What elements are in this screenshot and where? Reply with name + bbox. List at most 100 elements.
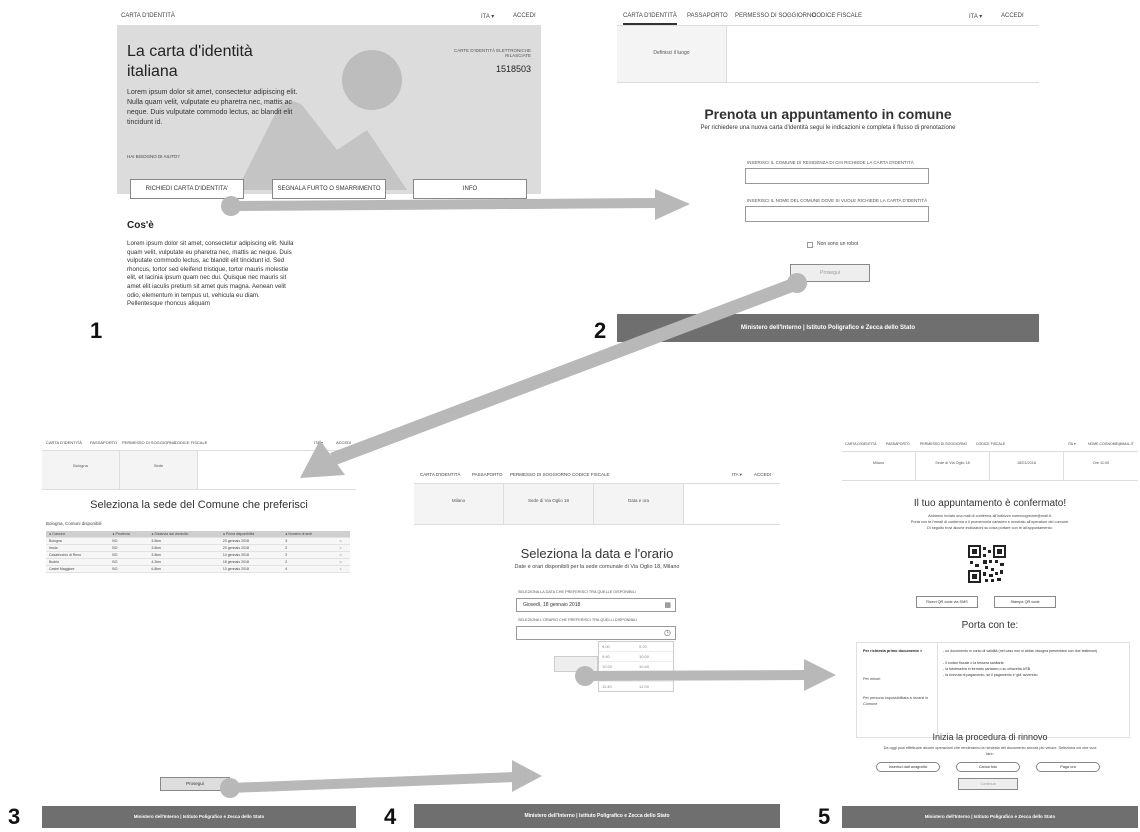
nav-passaporto[interactable]: PASSAPORTO [886, 442, 910, 446]
carica-foto-button[interactable]: Carica foto [956, 762, 1020, 772]
paga-button[interactable]: Paga ora [1036, 762, 1100, 772]
segnala-button[interactable]: SEGNALA FURTO O SMARRIMENTO [272, 179, 386, 199]
hero-title: La carta d'identità italiana [127, 43, 253, 80]
tab-luogo[interactable]: Definisci il luogo [617, 26, 727, 82]
cell-comune: Budrio [46, 558, 110, 566]
time-slot[interactable]: 12:00 [636, 682, 673, 691]
calendar-icon[interactable]: ▦ [664, 601, 671, 609]
row-radio[interactable]: ○ [336, 544, 350, 552]
prosegui-button[interactable]: Prosegui [790, 264, 870, 282]
print-qr-button[interactable]: Stampa QR code [994, 596, 1056, 608]
time-slot[interactable]: 11:40 [599, 682, 636, 691]
cell-provincia: BO [109, 565, 149, 573]
sms-qr-button[interactable]: Ricevi QR code via SMS [916, 596, 978, 608]
clock-icon[interactable]: ◷ [664, 628, 671, 637]
nav-codice[interactable]: CODICE FISCALE [174, 440, 207, 445]
help-link[interactable]: HAI BISOGNO DI AIUTO? [127, 154, 180, 159]
screen-3: CARTA D'IDENTITÀ PASSAPORTO PERMESSO DI … [42, 435, 356, 828]
menu-impossibilitata[interactable]: Per persona impossibilitata a recarsi in… [863, 695, 929, 707]
nav-codice[interactable]: CODICE FISCALE [812, 13, 862, 19]
residenza-input[interactable] [745, 168, 929, 184]
table-row[interactable]: Bologna BO 3.6km 23 gennaio 2018 3 ○ [46, 537, 350, 545]
language-selector[interactable]: ITA ▾ [969, 13, 982, 20]
table-row[interactable]: Imola BO 3.6km 23 gennaio 2018 2 ○ [46, 544, 350, 552]
language-selector[interactable]: ITA ▾ [481, 13, 494, 20]
nav-codice[interactable]: CODICE FISCALE [572, 472, 610, 477]
nav-accedi[interactable]: ACCEDI [1001, 13, 1024, 19]
nav-carta[interactable]: CARTA D'IDENTITÀ [845, 442, 876, 446]
date-input[interactable]: Giovedì, 18 gennaio 2018 ▦ [516, 598, 676, 612]
tab-sede[interactable]: Sede di Via Oglio 18 [504, 484, 594, 524]
tab-sede[interactable]: Sede [120, 451, 198, 489]
nav-carta[interactable]: CARTA D'IDENTITÀ [623, 13, 677, 25]
porta-divider [937, 643, 938, 737]
cell-disponibilita: 14 gennaio 2018 [219, 551, 283, 559]
table-row[interactable]: Budrio BO 4.2km 18 gennaio 2018 2 ○ [46, 558, 350, 566]
anagrafici-button[interactable]: Inserisci dati anagrafici [876, 762, 940, 772]
tab-data-ora[interactable]: Data e ora [594, 484, 684, 524]
time-label: SELEZIONA L'ORARIO CHE PREFERISCI TRA QU… [518, 618, 638, 622]
section-title: Cos'è [127, 220, 154, 231]
field-label-residenza: INSERISCI IL COMUNE DI RESIDENZA DI CHI … [747, 160, 914, 165]
tab-data[interactable]: 18/01/2018 [990, 452, 1064, 480]
prosegui-button[interactable] [554, 656, 598, 672]
row-radio[interactable]: ○ [336, 565, 350, 573]
nav-permesso[interactable]: PERMESSO DI SOGGIORNO [510, 472, 571, 477]
time-slot[interactable]: 11:20 [636, 672, 673, 681]
nav-accedi[interactable]: ACCEDI [336, 440, 351, 445]
captcha-label: Non sono un robot [817, 241, 859, 247]
tab-bologna[interactable]: Bologna [42, 451, 120, 489]
nav-carta[interactable]: CARTA D'IDENTITÀ [121, 13, 175, 19]
page-title: Prenota un appuntamento in comune [704, 106, 952, 122]
confirm-desc-2: Porta con te l'email di conferma o il pr… [910, 520, 1070, 524]
screen-5: CARTA D'IDENTITÀ PASSAPORTO PERMESSO DI … [842, 436, 1138, 828]
time-slot[interactable]: 9:00 [599, 642, 636, 651]
richiedi-button[interactable]: RICHIEDI CARTA D'IDENTITA' [130, 179, 244, 199]
row-radio[interactable]: ○ [336, 558, 350, 566]
captcha-checkbox[interactable] [807, 242, 813, 248]
time-slot[interactable]: 10:00 [636, 652, 673, 661]
language-selector[interactable]: ITA ▾ [732, 472, 742, 478]
nav-codice[interactable]: CODICE FISCALE [976, 442, 1005, 446]
divider [414, 524, 780, 525]
continua-button[interactable]: Continua [958, 778, 1018, 790]
time-slot[interactable]: 10:20 [599, 662, 636, 671]
table-row[interactable]: Castel Maggiore BO 6.8km 13 gennaio 2018… [46, 565, 350, 573]
nav-permesso[interactable]: PERMESSO DI SOGGIORNO [122, 440, 176, 445]
porta-list-3: - la fototessera in formato cartaceo o s… [943, 667, 1031, 671]
language-selector[interactable]: ITA ▾ [314, 440, 323, 445]
prosegui-button[interactable]: Prosegui [160, 777, 230, 791]
time-input[interactable]: ◷ [516, 626, 676, 640]
step-number-1: 1 [90, 318, 103, 343]
confirm-desc-1: Abbiamo inviato una mail di conferma all… [928, 514, 1052, 518]
nav-accedi[interactable]: ACCEDI [513, 13, 536, 19]
nav-passaporto[interactable]: PASSAPORTO [90, 440, 117, 445]
language-selector[interactable]: ITA ▾ [1068, 442, 1076, 446]
nav-permesso[interactable]: PERMESSO DI SOGGIORNO [920, 442, 967, 446]
time-slot[interactable]: 9:40 [599, 652, 636, 661]
tab-sede[interactable]: Sede di Via Oglio 18 [916, 452, 990, 480]
hero-intro: Lorem ipsum dolor sit amet, consectetur … [127, 89, 298, 126]
row-radio[interactable]: ○ [336, 537, 350, 545]
nav-user[interactable]: NOME.COGNOME@MAIL.IT [1088, 442, 1134, 446]
time-slot[interactable]: 10:40 [636, 662, 673, 671]
menu-minori[interactable]: Per minori [863, 677, 880, 681]
section-body: Lorem ipsum dolor sit amet, consectetur … [127, 240, 294, 308]
menu-primo-documento[interactable]: Per richiesta primo documento > [863, 649, 922, 653]
nav-carta[interactable]: CARTA D'IDENTITÀ [46, 440, 82, 445]
nav-passaporto[interactable]: PASSAPORTO [687, 13, 728, 19]
row-radio[interactable]: ○ [336, 551, 350, 559]
time-slot[interactable]: 9:20 [636, 642, 673, 651]
tab-milano[interactable]: Milano [414, 484, 504, 524]
info-button[interactable]: INFO [413, 179, 527, 199]
time-slot[interactable]: 11:00 [599, 672, 636, 681]
comune-input[interactable] [745, 206, 929, 222]
top-nav: CARTA D'IDENTITÀ ITA ▾ ACCEDI [117, 6, 541, 26]
nav-accedi[interactable]: ACCEDI [754, 472, 771, 477]
nav-passaporto[interactable]: PASSAPORTO [472, 472, 503, 477]
tab-ora[interactable]: Ore 11:00 [1064, 452, 1138, 480]
table-row[interactable]: Casalecchio di Reno BO 3.6km 14 gennaio … [46, 551, 350, 559]
tab-milano[interactable]: Milano [842, 452, 916, 480]
nav-carta[interactable]: CARTA D'IDENTITÀ [420, 472, 460, 477]
nav-permesso[interactable]: PERMESSO DI SOGGIORNO [735, 13, 816, 19]
